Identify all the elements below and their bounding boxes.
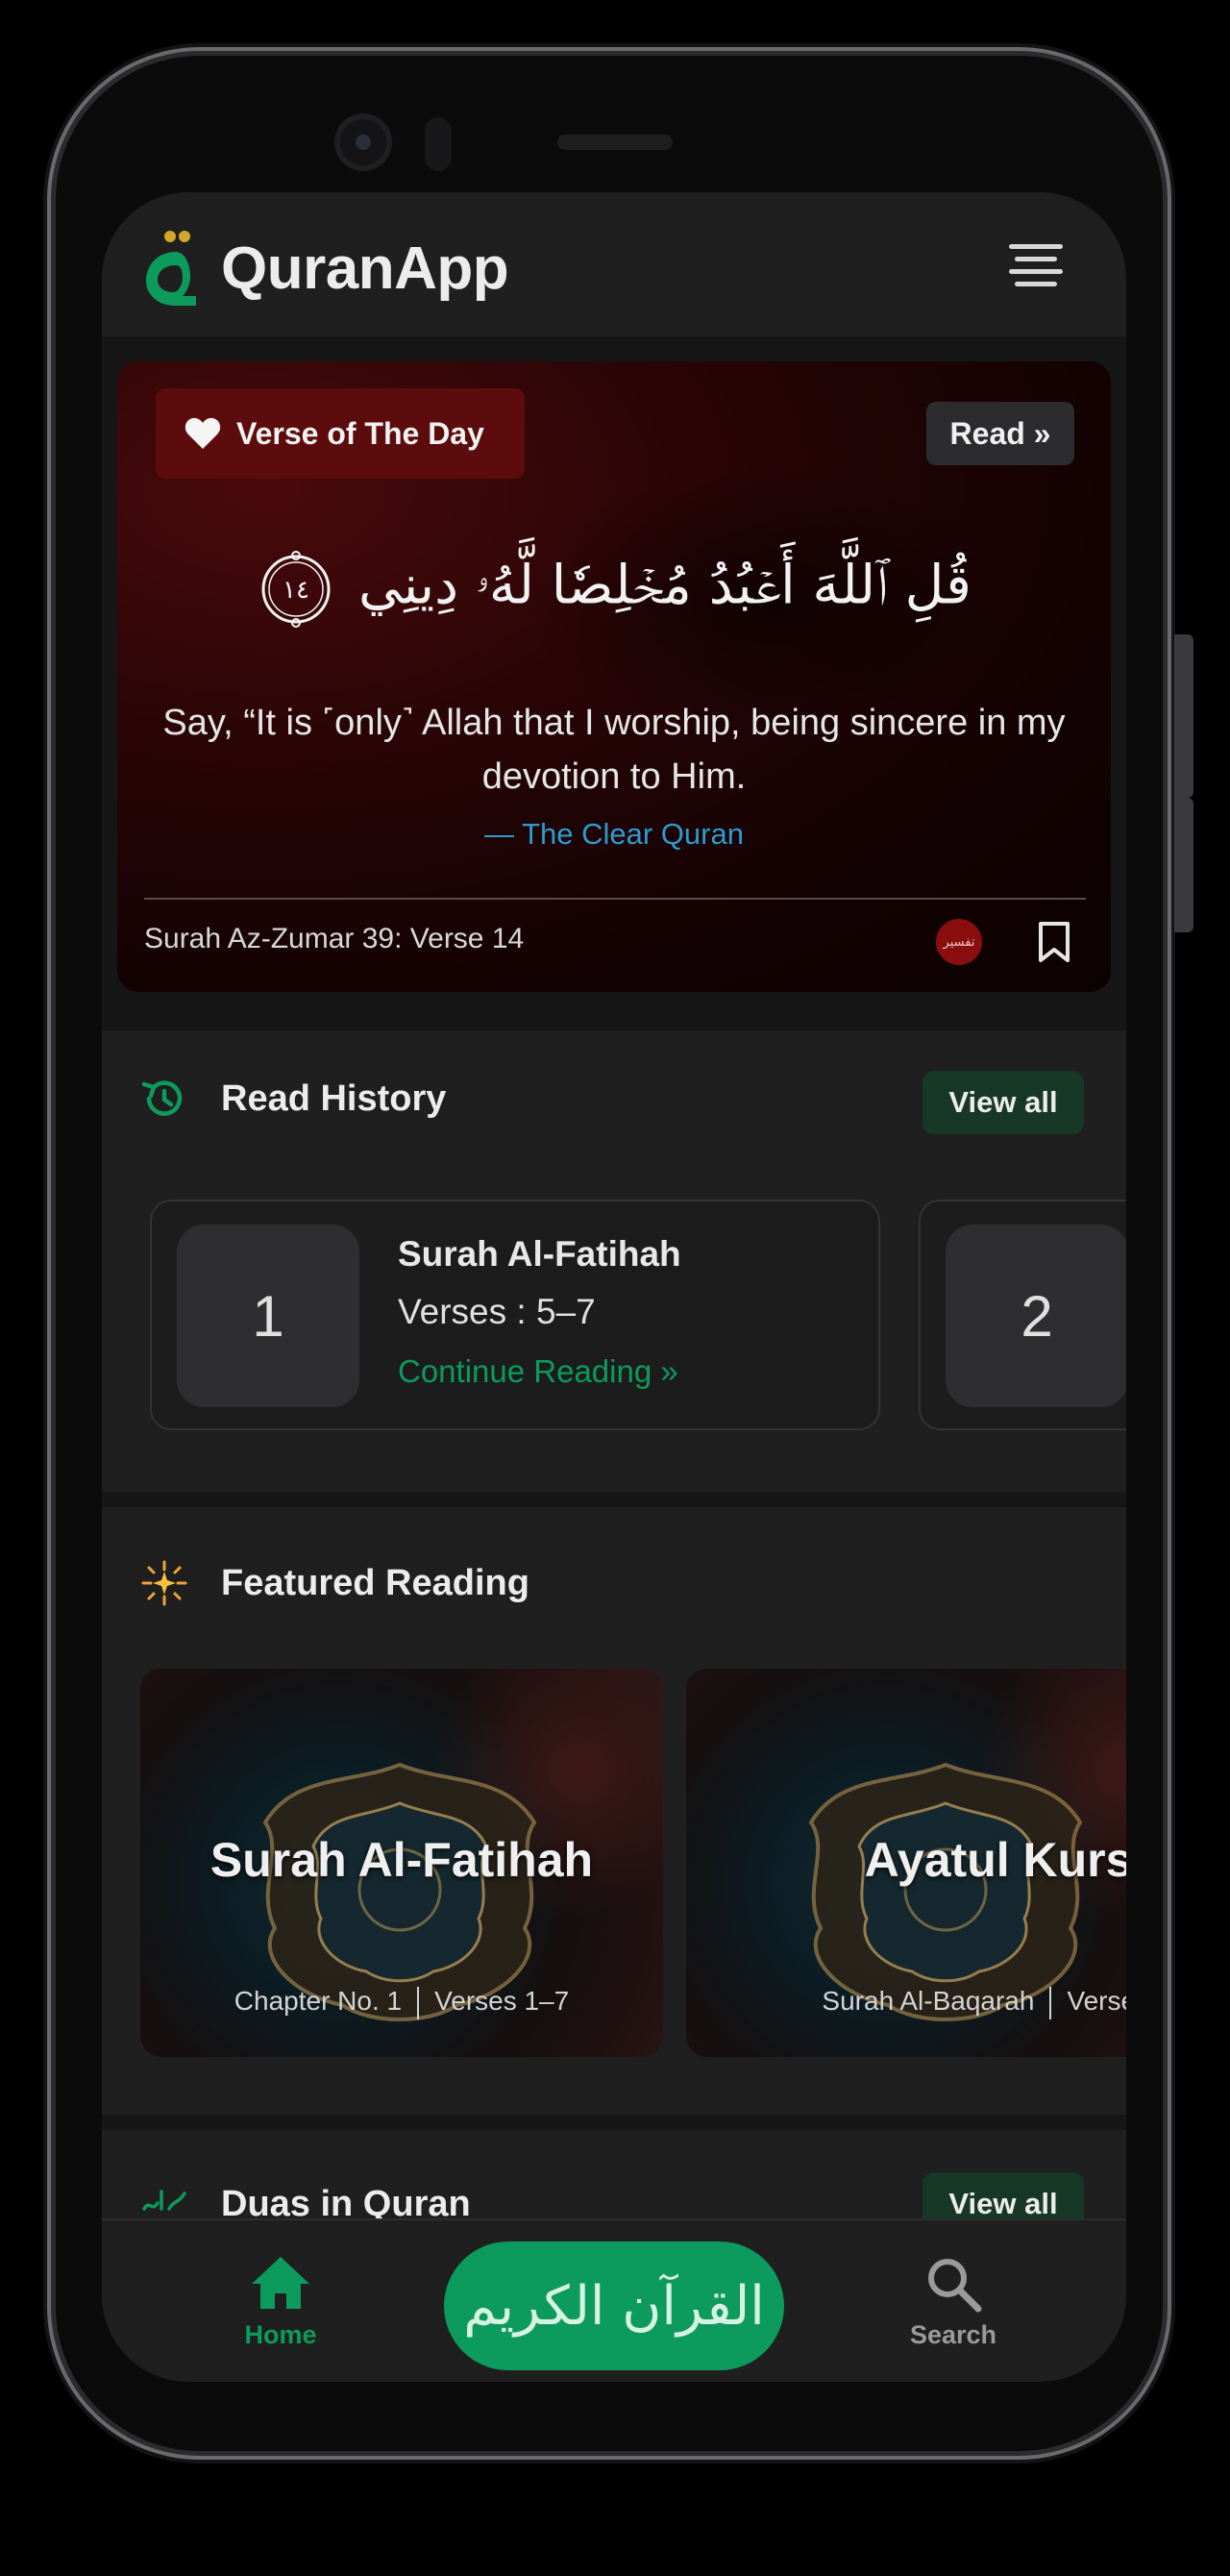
section-title: Read History: [221, 1078, 447, 1119]
quran-button[interactable]: القرآن الكريم: [444, 2242, 784, 2370]
earpiece-speaker: [557, 135, 673, 150]
search-icon: [928, 2259, 982, 2313]
featured-subtitle: Surah Al-Baqarah Verse 255: [744, 1986, 1126, 2019]
nav-home-label: Home: [244, 2320, 317, 2349]
badge-label: Verse of The Day: [236, 415, 484, 451]
app-screen: QuranApp Verse of The Day Read » قُلِ ٱل…: [102, 192, 1126, 2382]
arabic-verse: قُلِ ٱللَّهَ أَعۡبُدُ مُخۡلِصٗا لَّهُۥ د…: [117, 550, 1111, 629]
logo-qaf-icon: [146, 231, 196, 306]
menu-icon: [1009, 244, 1063, 249]
featured-reading-section: Featured Reading Surah Al-Fatihah Chapte…: [102, 1507, 1126, 2115]
menu-button[interactable]: [1009, 244, 1063, 290]
app-title: QuranApp: [221, 235, 509, 302]
menu-icon-bar: [1014, 257, 1058, 261]
separator: [417, 1986, 420, 2019]
verse-translation: Say, “It is ˹only˺ Allah that I worship,…: [162, 703, 1066, 797]
featured-title: Ayatul Kursi: [864, 1833, 1126, 1887]
heart-icon: [184, 417, 221, 449]
menu-icon-bar: [1014, 282, 1058, 286]
bottom-navigation: Home القرآن الكريم Search: [102, 2218, 1126, 2382]
surah-number: 1: [177, 1225, 359, 1407]
read-button[interactable]: Read »: [926, 402, 1074, 465]
sensor: [425, 117, 452, 171]
featured-verses: Verse 255: [1067, 1986, 1126, 2016]
power-button: [1174, 798, 1193, 932]
ayah-number: ١٤: [283, 576, 309, 605]
verse-of-day-card: Verse of The Day Read » قُلِ ٱللَّهَ أَع…: [117, 361, 1111, 992]
app-bar: QuranApp: [102, 192, 1126, 336]
front-camera: [334, 113, 392, 171]
featured-subtitle: Chapter No. 1 Verses 1–7: [140, 1986, 663, 2019]
nav-search-label: Search: [909, 2320, 997, 2349]
featured-surah: Surah Al-Baqarah: [822, 1986, 1035, 2016]
featured-card[interactable]: Surah Al-Fatihah Chapter No. 1 Verses 1–7: [140, 1669, 663, 2057]
section-title: Featured Reading: [221, 1563, 529, 1603]
verse-reference: Surah Az-Zumar 39: Verse 14: [144, 923, 525, 954]
separator: [1049, 1986, 1052, 2019]
ayah-number-marker: ١٤: [257, 550, 335, 629]
volume-button: [1174, 634, 1193, 798]
verse-of-day-badge: Verse of The Day: [156, 388, 525, 479]
surah-number: 2: [946, 1225, 1126, 1407]
home-icon: [252, 2257, 309, 2309]
history-card[interactable]: 1 Surah Al-Fatihah Verses : 5–7 Continue…: [150, 1200, 880, 1430]
bookmark-icon[interactable]: [1038, 921, 1070, 963]
verses-range: Verses : 5–7: [398, 1292, 596, 1331]
featured-card[interactable]: Ayatul Kursi Surah Al-Baqarah Verse 255: [686, 1669, 1126, 2057]
surah-name: Surah Al-Fatihah: [398, 1234, 681, 1274]
featured-chapter: Chapter No. 1: [234, 1986, 403, 2016]
arabic-text: قُلِ ٱللَّهَ أَعۡبُدُ مُخۡلِصٗا لَّهُۥ د…: [357, 554, 972, 617]
featured-verses: Verses 1–7: [434, 1986, 570, 2016]
menu-icon-bar: [1009, 269, 1063, 274]
sparkle-icon: [141, 1560, 187, 1606]
featured-title: Surah Al-Fatihah: [209, 1833, 594, 1887]
tafsir-button[interactable]: تفسير: [936, 919, 982, 965]
read-history-section: Read History View all 1 Surah Al-Fatihah…: [102, 1030, 1126, 1492]
view-all-button[interactable]: View all: [922, 1071, 1084, 1134]
nav-search[interactable]: Search: [886, 2255, 1021, 2350]
continue-reading-link[interactable]: Continue Reading »: [398, 1353, 678, 1390]
divider: [144, 898, 1086, 900]
history-icon: [141, 1080, 183, 1116]
translation-source[interactable]: — The Clear Quran: [117, 817, 1111, 852]
nav-home[interactable]: Home: [213, 2255, 348, 2350]
history-card[interactable]: 2: [919, 1200, 1126, 1430]
